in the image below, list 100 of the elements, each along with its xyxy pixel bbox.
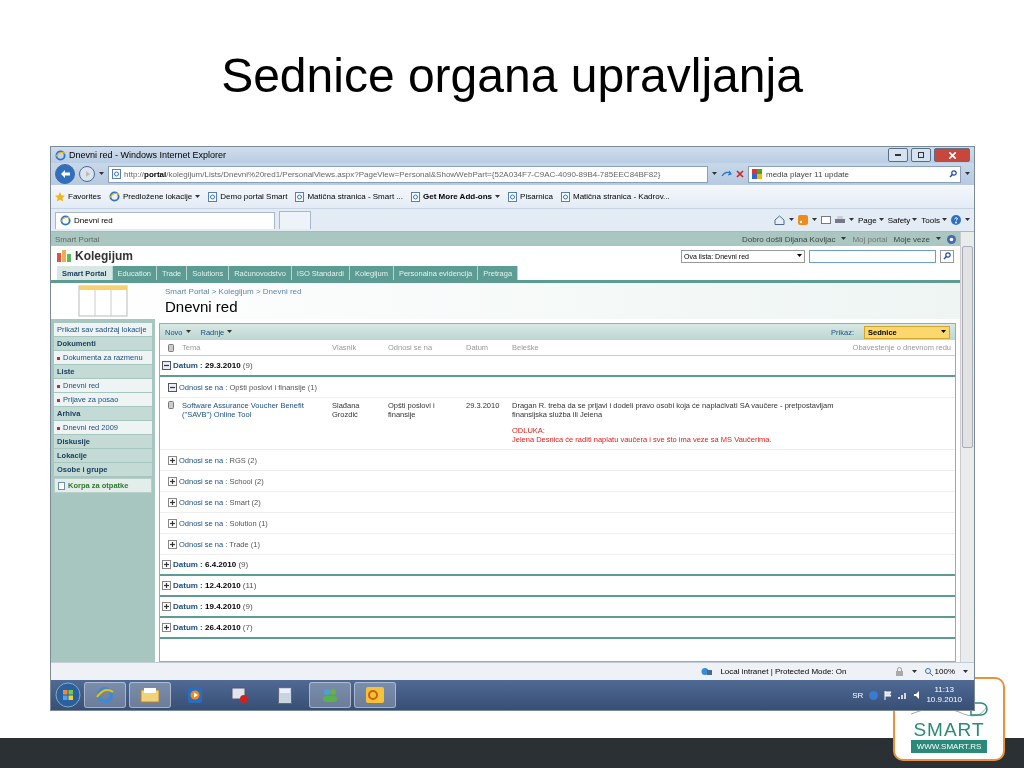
mail-taskbar-button[interactable]	[354, 682, 396, 708]
speaker-icon[interactable]	[914, 691, 921, 699]
favorites-link[interactable]: Predložene lokacije	[108, 191, 201, 202]
language-indicator[interactable]: SR	[852, 690, 864, 700]
caret-icon	[495, 194, 501, 199]
command-menu[interactable]: Page	[857, 215, 884, 225]
zone-status: Local intranet | Protected Mode: On	[720, 667, 847, 676]
globe-icon	[701, 667, 713, 676]
back-button[interactable]	[55, 164, 75, 184]
group-header[interactable]: Datum : 26.4.2010 (7)	[173, 623, 253, 632]
people-icon	[321, 687, 339, 703]
site-logo-icon	[57, 250, 71, 262]
printer-icon[interactable]	[834, 215, 845, 225]
explorer-taskbar-button[interactable]	[129, 682, 171, 708]
breadcrumb[interactable]: Smart Portal > Kolegijum > Dnevni red	[165, 287, 302, 296]
favorites-button[interactable]: Favorites	[55, 191, 101, 202]
favorites-link[interactable]: Get More Add-ons	[411, 191, 501, 202]
refresh-icon[interactable]	[721, 169, 732, 179]
close-icon	[948, 151, 956, 159]
list-icon	[78, 285, 128, 317]
page-icon	[508, 191, 518, 202]
caret-icon	[963, 669, 968, 674]
clock[interactable]: 11:13 10.9.2010	[926, 685, 962, 705]
search-icon[interactable]	[949, 170, 957, 178]
expand-icon[interactable]	[168, 455, 177, 465]
help-icon[interactable]	[947, 234, 956, 244]
stop-icon[interactable]	[736, 170, 744, 178]
expand-icon[interactable]	[168, 518, 177, 528]
mail-icon[interactable]	[820, 216, 831, 224]
caret-icon	[185, 330, 191, 334]
zoom-level[interactable]: 100%	[924, 667, 955, 676]
browser-icon	[96, 686, 114, 704]
caret-icon	[936, 237, 941, 241]
page-icon	[560, 191, 570, 202]
help-icon[interactable]	[951, 215, 961, 225]
home-icon[interactable]	[773, 215, 785, 225]
address-field[interactable]: http://portal/kolegijum/Lists/Dnevni%20red1/PersonalViews.aspx?PageView=Personal&ShowWebPart={52A034F7-C9AC-4090-89B4-785EEC84BF82}	[108, 165, 708, 183]
welcome-menu[interactable]: Dobro došli Dijana Kovljac	[742, 234, 836, 244]
browser-tab[interactable]: Dnevni red	[55, 211, 275, 229]
attachment-icon	[168, 343, 174, 352]
browser-icon	[108, 191, 120, 202]
signal-icon[interactable]	[898, 691, 909, 699]
expand-icon[interactable]	[162, 560, 171, 569]
expand-icon[interactable]	[168, 539, 177, 549]
search-provider-icon	[752, 169, 762, 179]
logo-name: SMART	[913, 720, 985, 740]
window-title: Dnevni red - Windows Internet Explorer	[69, 150, 228, 160]
caret-icon	[912, 218, 918, 222]
caret-icon	[841, 237, 847, 241]
caret-icon	[942, 218, 947, 222]
expand-icon[interactable]	[162, 581, 171, 590]
minimize-button[interactable]	[888, 148, 908, 162]
caret-icon	[965, 218, 970, 222]
folder-icon	[140, 687, 160, 703]
page-icon	[208, 191, 218, 202]
group-header[interactable]: Datum : 19.4.2010 (9)	[173, 602, 253, 611]
logo-url: WWW.SMART.RS	[910, 740, 988, 753]
caret-icon	[878, 218, 884, 222]
forward-button[interactable]	[79, 166, 95, 182]
close-button[interactable]	[934, 148, 970, 162]
page-icon	[112, 169, 121, 179]
back-arrow-icon	[60, 170, 70, 178]
site-title: Kolegijum	[75, 249, 134, 263]
caret-icon	[712, 172, 717, 176]
command-menu[interactable]: Safety	[887, 215, 918, 225]
maximize-icon	[918, 152, 924, 158]
flag-icon[interactable]	[884, 690, 893, 700]
recycle-bin-icon	[58, 481, 65, 490]
forward-arrow-icon	[84, 171, 90, 177]
mail-app-icon	[366, 687, 384, 703]
expand-icon[interactable]	[162, 623, 171, 632]
command-menu[interactable]: Tools	[921, 215, 947, 225]
scrollbar[interactable]	[960, 232, 974, 662]
expand-icon[interactable]	[162, 602, 171, 611]
collapse-icon[interactable]	[168, 382, 177, 392]
recorder-icon	[231, 687, 249, 703]
attachment-icon	[168, 401, 174, 409]
maximize-button[interactable]	[911, 148, 931, 162]
group-header[interactable]: Datum : 29.3.2010 (9)	[173, 361, 253, 370]
group-header[interactable]: Datum : 12.4.2010 (11)	[173, 581, 257, 590]
my-links-menu[interactable]: Moje veze	[893, 234, 930, 244]
favorites-link[interactable]: Matična stranica - Smart ...	[295, 191, 403, 202]
collapse-icon[interactable]	[162, 361, 171, 370]
start-button[interactable]	[55, 682, 81, 708]
caret-icon	[788, 218, 794, 222]
favorites-link[interactable]: Demo portal Smart	[208, 191, 288, 202]
group-header[interactable]: Datum : 6.4.2010 (9)	[173, 560, 249, 569]
site-search-field[interactable]	[809, 249, 936, 263]
expand-icon[interactable]	[168, 497, 177, 507]
favorites-link[interactable]: Matična stranica - Kadrov...	[560, 191, 670, 202]
expand-icon[interactable]	[168, 476, 177, 486]
caret-icon	[797, 254, 802, 258]
media-player-icon	[188, 687, 202, 703]
caret-icon	[965, 172, 970, 176]
browser-icon	[60, 215, 71, 226]
calculator-icon	[278, 686, 292, 704]
caret-icon	[227, 330, 233, 334]
minimize-icon	[895, 154, 901, 156]
search-field[interactable]: media player 11 update	[748, 165, 961, 183]
favorites-link[interactable]: Pisarnica	[508, 191, 553, 202]
